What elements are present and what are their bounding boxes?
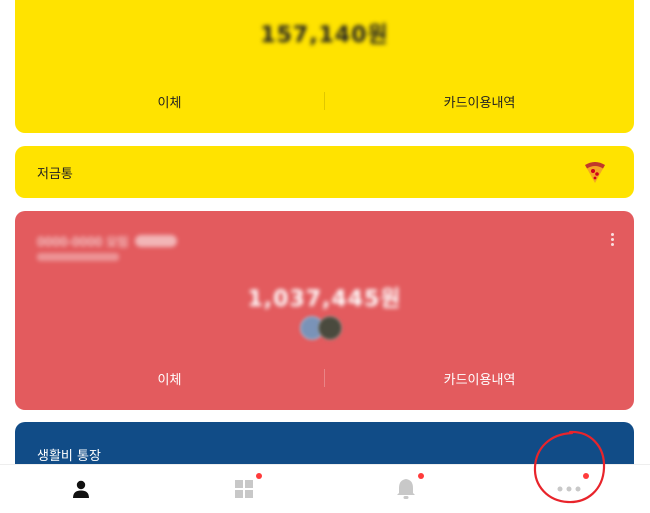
notification-dot bbox=[256, 473, 262, 479]
shared-account-actions: 이체 카드이용내역 bbox=[15, 363, 634, 393]
member-avatars[interactable] bbox=[300, 316, 350, 340]
account-number-redacted bbox=[37, 253, 119, 261]
grid-icon bbox=[234, 479, 254, 499]
notification-dot bbox=[418, 473, 424, 479]
shared-account-balance: 1,037,445원 bbox=[15, 281, 634, 313]
transfer-button[interactable]: 이체 bbox=[15, 92, 324, 111]
nav-home[interactable] bbox=[0, 465, 163, 513]
avatar bbox=[318, 316, 342, 340]
card-history-button[interactable]: 카드이용내역 bbox=[325, 92, 634, 111]
piggy-bank-label: 저금통 bbox=[37, 163, 73, 182]
main-account-balance: 157,140원 bbox=[15, 17, 634, 49]
account-name-redacted: 0000-0000 모임 bbox=[37, 233, 128, 250]
pizza-icon bbox=[582, 159, 608, 185]
living-account-label: 생활비 통장 bbox=[37, 445, 101, 464]
transfer-button[interactable]: 이체 bbox=[15, 369, 324, 388]
nav-notifications[interactable] bbox=[325, 465, 488, 513]
more-icon bbox=[557, 486, 581, 492]
notification-dot bbox=[583, 473, 589, 479]
bottom-navigation bbox=[0, 464, 650, 513]
bell-icon bbox=[396, 478, 416, 500]
account-tag-redacted bbox=[135, 235, 177, 247]
card-history-button[interactable]: 카드이용내역 bbox=[325, 369, 634, 388]
nav-more[interactable] bbox=[488, 465, 650, 513]
main-account-actions: 이체 카드이용내역 bbox=[15, 86, 634, 116]
piggy-bank-card[interactable]: 저금통 bbox=[15, 146, 634, 198]
nav-menu[interactable] bbox=[163, 465, 326, 513]
more-options-icon[interactable] bbox=[611, 231, 614, 248]
person-icon bbox=[71, 479, 91, 499]
main-account-card[interactable]: 157,140원 이체 카드이용내역 bbox=[15, 0, 634, 133]
shared-account-card[interactable]: 0000-0000 모임 1,037,445원 이체 카드이용내역 bbox=[15, 211, 634, 410]
